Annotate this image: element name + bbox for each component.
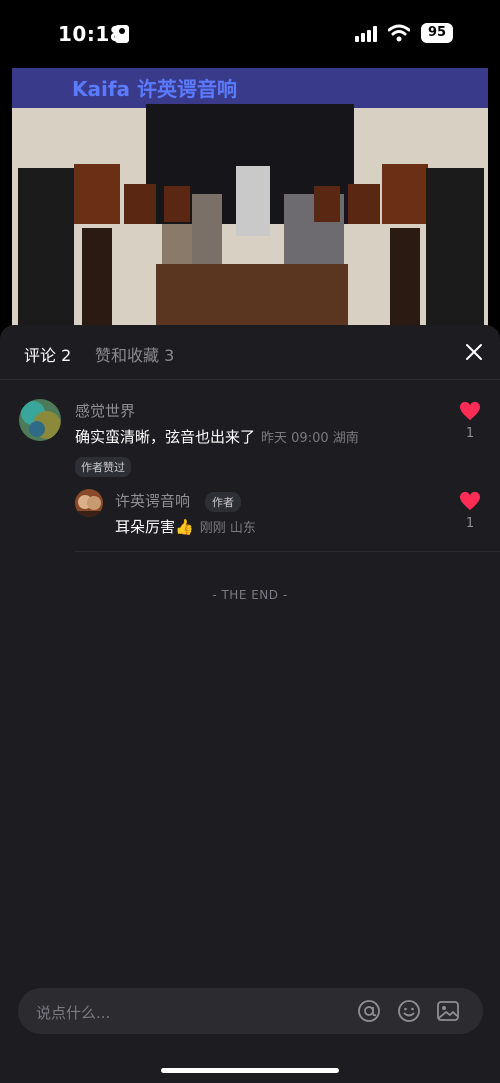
comment-sheet: 评论 2 赞和收藏 3 感觉世界 确实蛮清晰，弦音也出来了 昨天 09:00 湖南…: [0, 325, 500, 1083]
emoji-icon[interactable]: [397, 999, 421, 1023]
home-indicator: [161, 1068, 339, 1073]
tab-likes-favorites[interactable]: 赞和收藏 3: [95, 342, 174, 366]
the-end-label: - THE END -: [212, 588, 288, 602]
wifi-icon: [388, 24, 410, 42]
like-count: 1: [465, 426, 475, 441]
banner-text: Kaifa 许英谔音响: [72, 77, 237, 101]
reply-username[interactable]: 许英谔音响: [115, 490, 190, 511]
comment-tabs: 评论 2 赞和收藏 3: [0, 325, 500, 380]
comment-meta: 昨天 09:00 湖南: [261, 431, 359, 446]
heart-icon[interactable]: [459, 401, 481, 421]
author-badge: 作者: [205, 492, 241, 512]
avatar[interactable]: [19, 399, 61, 441]
post-photo[interactable]: Kaifa 许英谔音响: [12, 68, 488, 330]
image-icon[interactable]: [436, 999, 460, 1023]
avatar[interactable]: [75, 489, 103, 517]
like-count: 1: [465, 516, 475, 531]
signal-icon: [355, 26, 377, 42]
tab-comments[interactable]: 评论 2: [24, 342, 71, 366]
status-bar: 10:18 95: [0, 0, 500, 68]
close-icon[interactable]: [464, 342, 484, 362]
reply-text: 耳朵厉害👍: [115, 518, 194, 536]
comment-input-placeholder[interactable]: 说点什么...: [36, 1002, 110, 1023]
comment-input-bar[interactable]: 说点什么...: [18, 988, 483, 1034]
at-icon[interactable]: [357, 999, 381, 1023]
comment-text-line[interactable]: 确实蛮清晰，弦音也出来了 昨天 09:00 湖南: [75, 426, 359, 447]
comment-username[interactable]: 感觉世界: [75, 400, 135, 421]
battery-indicator: 95: [421, 23, 453, 43]
person-icon: [115, 25, 129, 43]
author-liked-chip: 作者赞过: [75, 457, 131, 477]
reply-text-line[interactable]: 耳朵厉害👍 刚刚 山东: [115, 516, 256, 537]
heart-icon[interactable]: [459, 491, 481, 511]
divider: [75, 551, 500, 552]
comment-text: 确实蛮清晰，弦音也出来了: [75, 428, 256, 446]
reply-meta: 刚刚 山东: [199, 521, 256, 536]
hifi-room-image: Kaifa 许英谔音响: [12, 68, 488, 330]
